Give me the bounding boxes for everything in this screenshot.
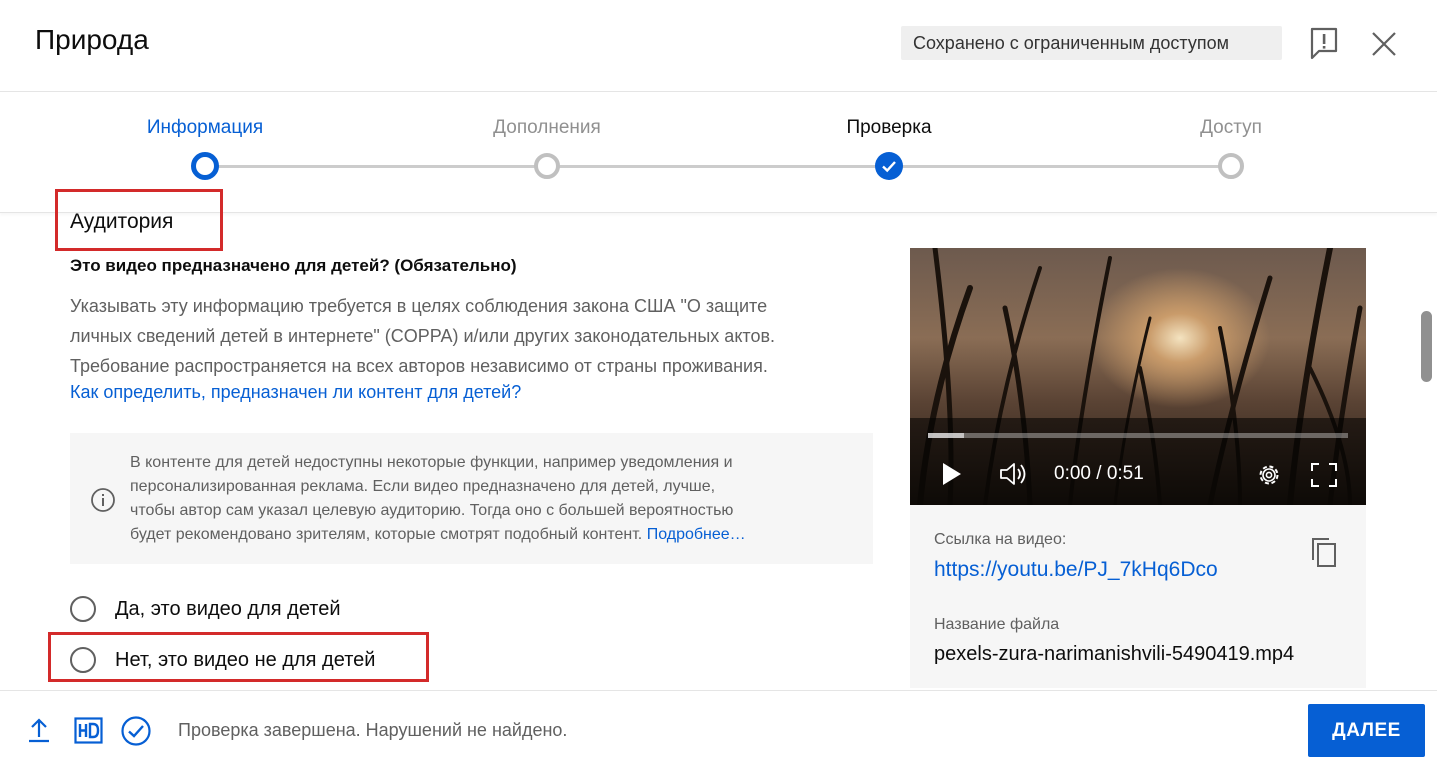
step-checks-dot[interactable] bbox=[875, 152, 903, 180]
info-line: персонализированная реклама. Если видео … bbox=[130, 478, 716, 495]
step-info-dot[interactable] bbox=[191, 152, 219, 180]
info-line: будет рекомендовано зрителям, которые см… bbox=[130, 526, 643, 543]
kids-question: Это видео предназначено для детей? (Обяз… bbox=[70, 256, 517, 275]
info-line: чтобы автор сам указал целевую аудиторию… bbox=[130, 502, 734, 519]
video-player[interactable]: 0:00 / 0:51 bbox=[910, 248, 1366, 505]
scrollbar-thumb[interactable] bbox=[1421, 311, 1432, 382]
volume-icon[interactable] bbox=[998, 460, 1030, 488]
highlight-box-heading bbox=[55, 189, 223, 251]
check-circle-icon[interactable] bbox=[120, 715, 152, 747]
video-buffer-bar bbox=[928, 433, 964, 438]
coppa-description: Указывать эту информацию требуется в цел… bbox=[70, 291, 870, 381]
kids-info-box: В контенте для детей недоступны некоторы… bbox=[70, 433, 873, 564]
saved-status-badge: Сохранено с ограниченным доступом bbox=[901, 26, 1282, 60]
info-icon bbox=[91, 488, 115, 512]
radio-button[interactable] bbox=[70, 596, 96, 622]
checkmark-icon bbox=[882, 161, 896, 173]
close-icon[interactable] bbox=[1370, 30, 1398, 58]
info-line: В контенте для детей недоступны некоторы… bbox=[130, 454, 733, 471]
radio-option-for-kids[interactable]: Да, это видео для детей bbox=[70, 596, 341, 622]
file-name-label: Название файла bbox=[934, 616, 1060, 633]
video-link-label: Ссылка на видео: bbox=[934, 531, 1067, 548]
kids-info-text: В контенте для детей недоступны некоторы… bbox=[130, 451, 860, 547]
dialog-header: Природа Сохранено с ограниченным доступо… bbox=[0, 0, 1437, 92]
next-button[interactable]: ДАЛЕЕ bbox=[1308, 704, 1425, 757]
video-time: 0:00 / 0:51 bbox=[1054, 463, 1144, 484]
hd-icon[interactable] bbox=[74, 717, 103, 744]
settings-icon[interactable] bbox=[1255, 461, 1283, 489]
step-extras-dot[interactable] bbox=[534, 153, 560, 179]
step-extras-label[interactable]: Дополнения bbox=[427, 117, 667, 139]
video-link[interactable]: https://youtu.be/PJ_7kHq6Dco bbox=[934, 558, 1218, 582]
step-access-dot[interactable] bbox=[1218, 153, 1244, 179]
feedback-icon[interactable] bbox=[1308, 26, 1340, 60]
stepper-track bbox=[205, 165, 1231, 168]
learn-more-link[interactable]: Подробнее… bbox=[647, 526, 746, 543]
file-name: pexels-zura-narimanishvili-5490419.mp4 bbox=[934, 643, 1295, 665]
step-info-label[interactable]: Информация bbox=[85, 117, 325, 139]
description-line: личных сведений детей в интернете" (COPP… bbox=[70, 326, 776, 346]
made-for-kids-help-link[interactable]: Как определить, предназначен ли контент … bbox=[70, 382, 521, 403]
radio-label: Да, это видео для детей bbox=[115, 597, 341, 620]
fullscreen-icon[interactable] bbox=[1310, 462, 1338, 488]
description-line: Требование распространяется на всех авто… bbox=[70, 356, 768, 376]
video-progress-bar[interactable] bbox=[928, 433, 1348, 438]
upload-icon[interactable] bbox=[27, 716, 51, 744]
step-checks-label[interactable]: Проверка bbox=[769, 117, 1009, 139]
highlight-box-option bbox=[48, 632, 429, 682]
step-access-label[interactable]: Доступ bbox=[1111, 117, 1351, 139]
description-line: Указывать эту информацию требуется в цел… bbox=[70, 296, 768, 316]
play-icon[interactable] bbox=[940, 460, 964, 488]
video-preview-panel: 0:00 / 0:51 Ссылка на видео: https://you… bbox=[910, 248, 1366, 688]
checks-status: Проверка завершена. Нарушений не найдено… bbox=[178, 720, 568, 740]
dialog-title: Природа bbox=[35, 24, 149, 55]
copy-icon[interactable] bbox=[1308, 536, 1340, 570]
